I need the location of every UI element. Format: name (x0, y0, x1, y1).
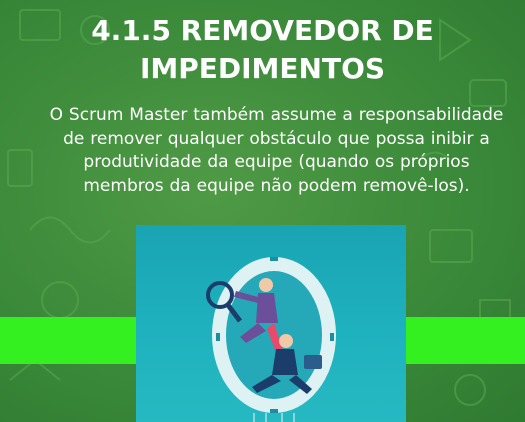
page-title: 4.1.5 REMOVEDOR DE IMPEDIMENTOS (0, 12, 525, 88)
illustration (136, 225, 406, 422)
title-line-1: 4.1.5 REMOVEDOR DE (91, 14, 434, 47)
body-line-4: membros da equipe não podem removê-los). (83, 175, 470, 196)
title-line-2: IMPEDIMENTOS (139, 52, 386, 85)
people-in-ring-icon (206, 257, 336, 422)
body-paragraph: O Scrum Master também assume a responsab… (28, 104, 525, 198)
body-line-3: produtividade da equipe (quando os própr… (83, 152, 470, 172)
body-line-1: O Scrum Master também assume a responsab… (49, 105, 504, 125)
body-line-2: de remover qualquer obstáculo que possa … (63, 128, 490, 149)
slide: 4.1.5 REMOVEDOR DE IMPEDIMENTOS O Scrum … (0, 0, 525, 422)
